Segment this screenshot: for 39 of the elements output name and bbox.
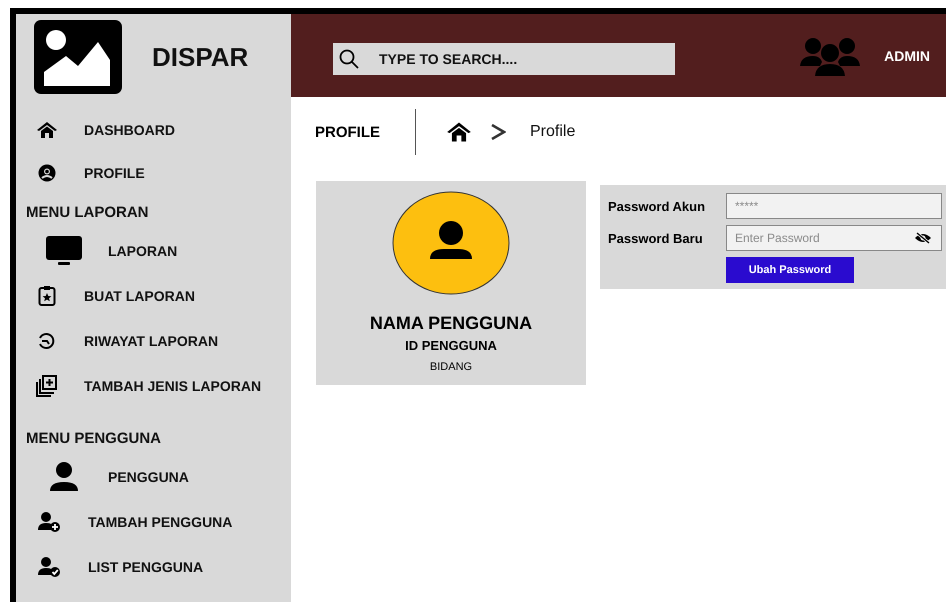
breadcrumb-link[interactable]: Profile [530,123,576,141]
search-icon [339,48,359,68]
sidebar-item[interactable]: LAPORAN [108,242,178,258]
person-icon [47,460,81,492]
home-icon [36,120,58,138]
sidebar-item[interactable]: DASHBOARD [84,122,175,138]
sidebar-item[interactable]: RIWAYAT LAPORAN [84,332,218,348]
sidebar-item[interactable]: LIST PENGGUNA [88,558,204,574]
users-icon [800,36,860,76]
user-id: ID PENGGUNA [405,338,497,353]
user-name[interactable]: ADMIN [884,48,930,64]
chevron-right-icon [490,122,506,142]
brand-name: DISPAR [152,42,248,72]
change-password-button[interactable]: Ubah Password [726,257,854,283]
page-title: PROFILE [315,124,382,140]
eye-slash-icon[interactable] [914,232,932,244]
person-check-icon [37,556,61,578]
sidebar-item[interactable]: TAMBAH PENGGUNA [88,514,232,530]
user-full-name: NAMA PENGGUNA [370,313,532,334]
menu-heading: MENU PENGGUNA [25,429,162,449]
sidebar-item[interactable]: BUAT LAPORAN [84,288,195,304]
menu-heading: MENU LAPORAN [25,203,150,223]
monitor-icon [44,236,84,266]
password-field[interactable]: Enter Password [726,225,942,251]
sidebar-item[interactable]: TAMBAH JENIS LAPORAN [84,378,262,394]
profile-icon [38,164,56,182]
sidebar-item[interactable]: PROFILE [84,164,145,180]
avatar-icon [392,191,510,295]
person-add-icon [37,510,61,532]
add-stack-icon [36,374,58,396]
image-logo-icon [34,20,122,94]
sidebar-item[interactable]: PENGGUNA [108,468,189,484]
user-division: BIDANG [430,361,472,373]
field-label: Password Akun [608,198,706,214]
history-icon [37,332,57,350]
search-field[interactable]: TYPE TO SEARCH.... [333,42,675,74]
field-label: Password Baru [608,230,704,246]
password-field[interactable]: ***** [726,193,942,219]
home-icon[interactable] [446,121,472,143]
